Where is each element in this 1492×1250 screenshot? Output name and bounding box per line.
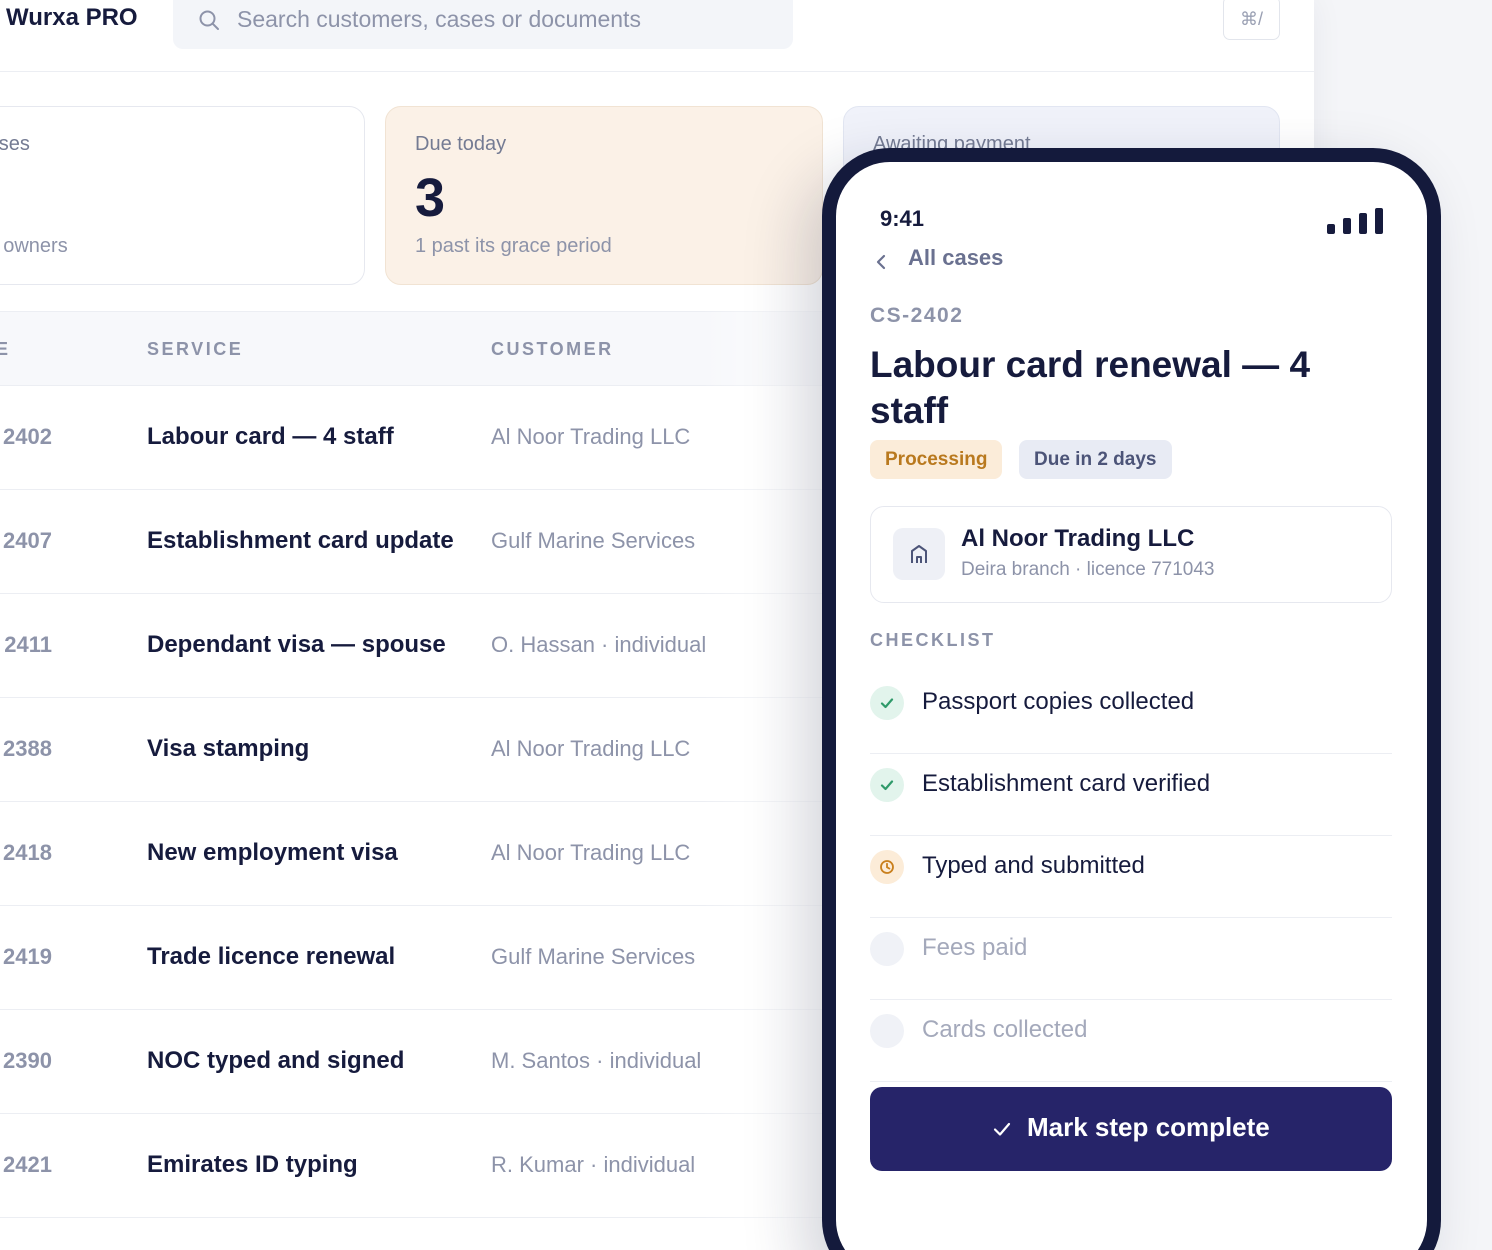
service-name: NOC typed and signed bbox=[147, 1047, 405, 1074]
customer-name: O. Hassan · individual bbox=[491, 632, 707, 657]
clock-icon bbox=[870, 850, 904, 884]
service-name: Dependant visa — spouse bbox=[147, 631, 446, 658]
due-badge: Due in 2 days bbox=[1019, 440, 1172, 479]
stat-subtext: ss 3 owners bbox=[0, 235, 68, 257]
checklist-item-label: Fees paid bbox=[922, 934, 1028, 961]
case-id: 2407 bbox=[3, 528, 52, 553]
chevron-left-icon bbox=[876, 254, 886, 270]
stat-label: Due today bbox=[415, 133, 507, 155]
checklist-item-label: Passport copies collected bbox=[922, 688, 1195, 715]
avatar bbox=[893, 528, 945, 580]
checklist-item-label: Establishment card verified bbox=[922, 770, 1211, 797]
stat-card-due-today[interactable]: Due today 3 1 past its grace period bbox=[385, 106, 823, 285]
customer-name: R. Kumar · individual bbox=[491, 1152, 696, 1177]
checklist-heading: CHECKLIST bbox=[870, 630, 996, 650]
checklist-item[interactable]: Fees paid bbox=[870, 918, 1392, 1000]
stat-value: 3 bbox=[415, 168, 446, 228]
signal-strength-icon bbox=[1327, 206, 1385, 234]
back-link-label: All cases bbox=[908, 245, 1004, 270]
status-bar-time: 9:41 bbox=[880, 206, 925, 231]
case-id: 2411 bbox=[4, 632, 52, 657]
column-header-customer[interactable]: CUSTOMER bbox=[491, 339, 614, 360]
column-header-case[interactable]: E bbox=[0, 339, 11, 360]
pending-circle-icon bbox=[870, 1014, 904, 1048]
case-id: 2421 bbox=[3, 1152, 52, 1177]
stat-subtext: 1 past its grace period bbox=[415, 235, 612, 257]
stat-label: n cases bbox=[0, 133, 30, 155]
mobile-screen: 9:41 All cases CS-2402 Labour card renew… bbox=[836, 162, 1427, 1250]
customer-name: Al Noor Trading LLC bbox=[491, 736, 691, 761]
case-id-label: CS-2402 bbox=[870, 304, 964, 327]
top-bar: Wurxa PRO Search customers, cases or doc… bbox=[0, 0, 1314, 72]
checklist-item[interactable]: Passport copies collected bbox=[870, 672, 1392, 754]
service-name: New employment visa bbox=[147, 839, 398, 866]
case-id: 2419 bbox=[3, 944, 52, 969]
column-header-service[interactable]: SERVICE bbox=[147, 339, 243, 360]
case-id: 2402 bbox=[3, 424, 52, 449]
customer-name: Al Noor Trading LLC bbox=[491, 840, 691, 865]
checklist-item[interactable]: Cards collected bbox=[870, 1000, 1392, 1082]
stat-card-open-cases[interactable]: n cases 2 ss 3 owners bbox=[0, 106, 365, 285]
customer-name: Gulf Marine Services bbox=[491, 944, 696, 969]
check-done-icon bbox=[870, 768, 904, 802]
search-placeholder: Search customers, cases or documents bbox=[237, 6, 641, 32]
search-icon bbox=[199, 10, 219, 30]
customer-name: Al Noor Trading LLC bbox=[961, 525, 1195, 552]
case-id: 2418 bbox=[3, 840, 52, 865]
mobile-device-frame: 9:41 All cases CS-2402 Labour card renew… bbox=[822, 148, 1441, 1250]
search-input[interactable]: Search customers, cases or documents bbox=[173, 0, 793, 49]
check-done-icon bbox=[870, 686, 904, 720]
case-id: 2390 bbox=[3, 1048, 52, 1073]
case-title: Labour card renewal — 4 staff bbox=[870, 344, 1311, 431]
case-id: 2388 bbox=[3, 736, 52, 761]
pending-circle-icon bbox=[870, 932, 904, 966]
building-icon bbox=[911, 545, 927, 563]
service-name: Trade licence renewal bbox=[147, 943, 396, 970]
checklist-item-label: Cards collected bbox=[922, 1016, 1088, 1043]
customer-name: Gulf Marine Services bbox=[491, 528, 696, 553]
customer-card[interactable]: Al Noor Trading LLC Deira branch · licen… bbox=[870, 506, 1392, 603]
checklist-item[interactable]: Typed and submitted bbox=[870, 836, 1392, 918]
service-name: Visa stamping bbox=[147, 735, 310, 762]
check-icon bbox=[993, 1122, 1011, 1136]
shortcut-hint: ⌘/ bbox=[1223, 0, 1280, 40]
service-name: Emirates ID typing bbox=[147, 1151, 358, 1178]
checklist-item-label: Typed and submitted bbox=[922, 852, 1145, 879]
brand-logo[interactable]: Wurxa PRO bbox=[6, 4, 138, 32]
customer-name: Al Noor Trading LLC bbox=[491, 424, 691, 449]
customer-meta: Deira branch · licence 771043 bbox=[961, 559, 1215, 580]
cta-label: Mark step complete bbox=[1027, 1112, 1270, 1142]
status-badge: Processing bbox=[870, 440, 1003, 479]
service-name: Labour card — 4 staff bbox=[147, 423, 394, 450]
mark-step-complete-button[interactable]: Mark step complete bbox=[870, 1087, 1392, 1171]
checklist-item[interactable]: Establishment card verified bbox=[870, 754, 1392, 836]
service-name: Establishment card update bbox=[147, 527, 454, 554]
customer-name: M. Santos · individual bbox=[491, 1048, 702, 1073]
